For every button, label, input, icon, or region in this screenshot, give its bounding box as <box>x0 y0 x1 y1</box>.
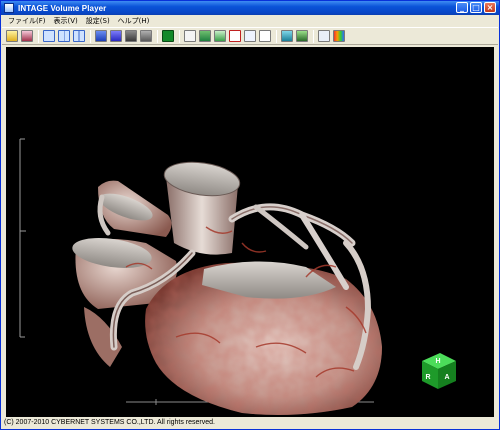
toolbar-separator <box>157 29 158 43</box>
render-mode-4-icon[interactable] <box>140 30 152 42</box>
left-scale-ruler <box>19 138 26 338</box>
app-icon <box>4 3 14 13</box>
blank-icon[interactable] <box>259 30 271 42</box>
window-icon[interactable] <box>318 30 330 42</box>
orientation-cube[interactable]: H R A <box>422 353 456 389</box>
menu-view[interactable]: 表示(V) <box>50 16 82 26</box>
preset-1-icon[interactable] <box>184 30 196 42</box>
maximize-button[interactable]: □ <box>470 2 482 13</box>
window-title: INTAGE Volume Player <box>18 3 107 13</box>
person-icon[interactable] <box>296 30 308 42</box>
close-button[interactable]: × <box>484 2 496 13</box>
crop-icon[interactable] <box>244 30 256 42</box>
preset-2-icon[interactable] <box>199 30 211 42</box>
layout-quad-icon[interactable] <box>73 30 85 42</box>
cube-label-a: A <box>444 374 449 381</box>
menu-settings[interactable]: 設定(S) <box>82 16 114 26</box>
render-mode-1-icon[interactable] <box>95 30 107 42</box>
menu-help[interactable]: ヘルプ(H) <box>114 16 154 26</box>
preset-3-icon[interactable] <box>214 30 226 42</box>
save-image-icon[interactable] <box>21 30 33 42</box>
toolbar-separator <box>276 29 277 43</box>
toolbar <box>2 27 498 45</box>
app-window: INTAGE Volume Player _ □ × ファイル(F) 表示(V)… <box>0 0 500 430</box>
render-mode-2-icon[interactable] <box>110 30 122 42</box>
open-folder-icon[interactable] <box>6 30 18 42</box>
layout-split-icon[interactable] <box>58 30 70 42</box>
toolbar-separator <box>313 29 314 43</box>
green-square-icon[interactable] <box>162 30 174 42</box>
menu-file[interactable]: ファイル(F) <box>4 16 50 26</box>
aorta <box>163 161 241 255</box>
heart-volume-rendering: H R A <box>19 138 456 415</box>
toolbar-separator <box>90 29 91 43</box>
toolbar-separator <box>38 29 39 43</box>
cube-label-h: H <box>435 358 440 365</box>
cube-icon[interactable] <box>281 30 293 42</box>
cube-label-r: R <box>425 374 430 381</box>
toolbar-separator <box>179 29 180 43</box>
copyright-text: (C) 2007-2010 CYBERNET SYSTEMS CO.,LTD. … <box>4 419 215 426</box>
menu-bar: ファイル(F) 表示(V) 設定(S) ヘルプ(H) <box>2 15 498 27</box>
layout-single-icon[interactable] <box>43 30 55 42</box>
axes-icon[interactable] <box>229 30 241 42</box>
palette-icon[interactable] <box>333 30 345 42</box>
minimize-button[interactable]: _ <box>456 2 468 13</box>
title-bar[interactable]: INTAGE Volume Player _ □ × <box>1 1 499 15</box>
volume-render-viewport[interactable]: H R A <box>6 47 494 417</box>
render-mode-3-icon[interactable] <box>125 30 137 42</box>
